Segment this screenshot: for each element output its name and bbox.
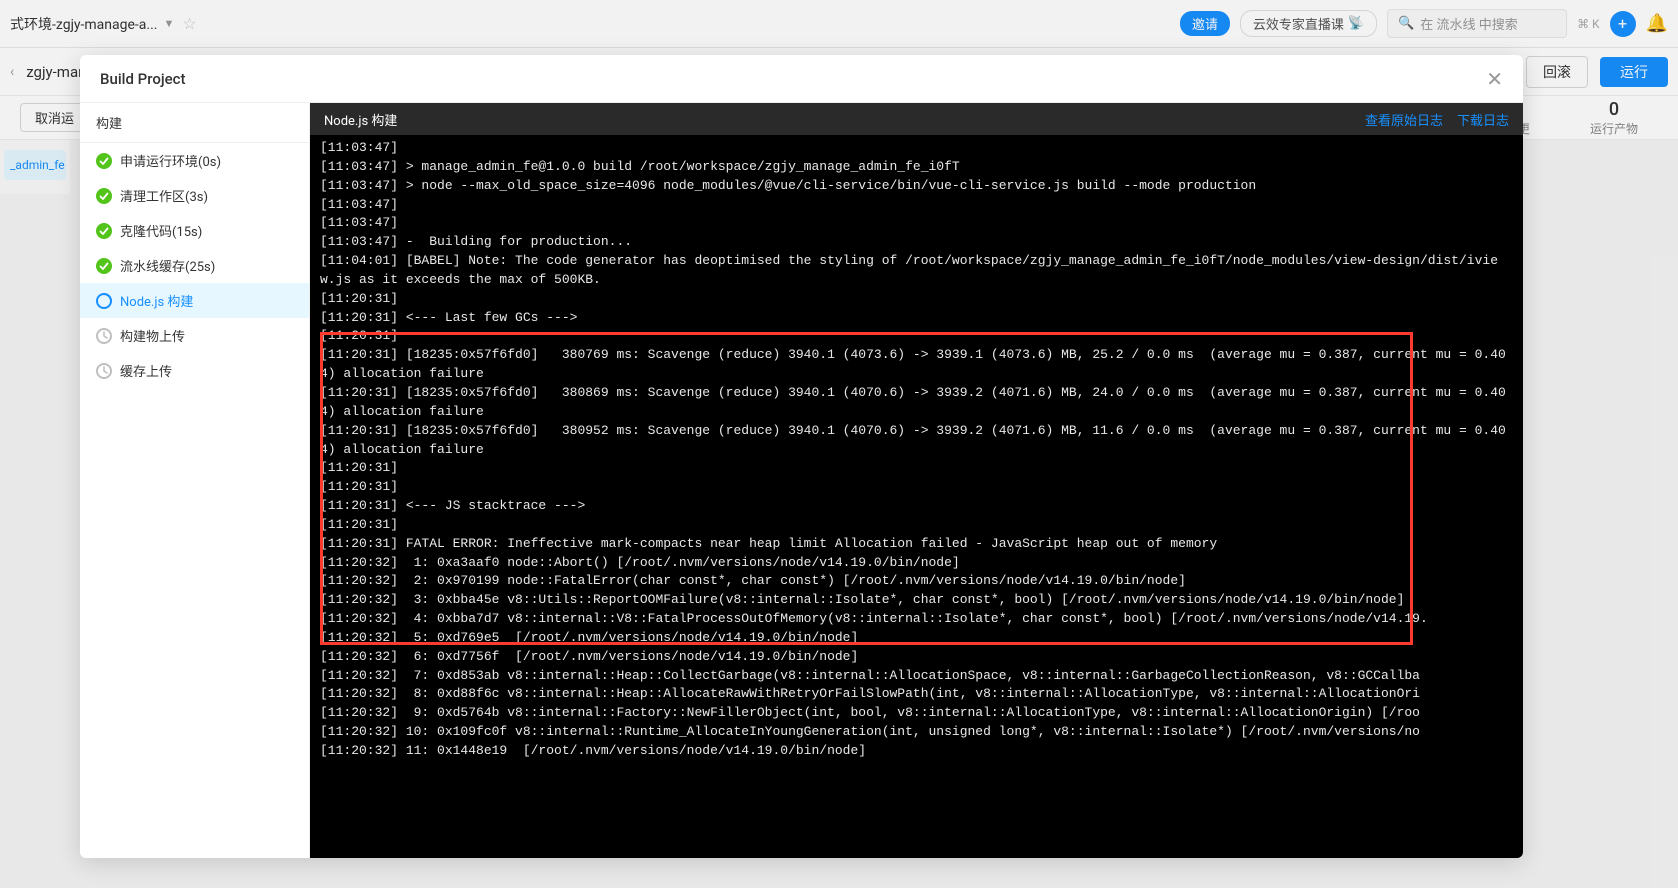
- step-item[interactable]: 清理工作区(3s): [80, 178, 309, 213]
- log-header: Node.js 构建 查看原始日志 下载日志: [310, 103, 1523, 135]
- step-label: 克隆代码(15s): [120, 221, 202, 240]
- step-label: 申请运行环境(0s): [120, 151, 221, 170]
- log-header-title: Node.js 构建: [324, 110, 397, 129]
- download-log-link[interactable]: 下载日志: [1457, 110, 1509, 129]
- step-item[interactable]: 克隆代码(15s): [80, 213, 309, 248]
- step-item[interactable]: 流水线缓存(25s): [80, 248, 309, 283]
- success-icon: [96, 258, 112, 274]
- success-icon: [96, 153, 112, 169]
- modal-header: Build Project ✕: [80, 55, 1523, 103]
- view-raw-log-link[interactable]: 查看原始日志: [1365, 110, 1443, 129]
- steps-sidebar: 构建 申请运行环境(0s) 清理工作区(3s) 克隆代码(15s) 流水线缓存(25s…: [80, 103, 310, 858]
- pending-icon: [96, 328, 112, 344]
- step-item[interactable]: Node.js 构建: [80, 283, 309, 318]
- step-item[interactable]: 构建物上传: [80, 318, 309, 353]
- close-icon[interactable]: ✕: [1486, 69, 1503, 89]
- step-label: 流水线缓存(25s): [120, 256, 215, 275]
- running-icon: [96, 293, 112, 309]
- step-label: 构建物上传: [120, 326, 185, 345]
- success-icon: [96, 188, 112, 204]
- step-label: 清理工作区(3s): [120, 186, 208, 205]
- sidebar-section-title: 构建: [80, 103, 309, 143]
- build-modal: Build Project ✕ 构建 申请运行环境(0s) 清理工作区(3s) 克隆…: [80, 55, 1523, 858]
- step-label: Node.js 构建: [120, 291, 193, 310]
- step-item[interactable]: 缓存上传: [80, 353, 309, 388]
- log-area: Node.js 构建 查看原始日志 下载日志 [11:03:47] [11:03…: [310, 103, 1523, 858]
- log-content[interactable]: [11:03:47] [11:03:47] > manage_admin_fe@…: [310, 135, 1523, 858]
- step-label: 缓存上传: [120, 361, 172, 380]
- success-icon: [96, 223, 112, 239]
- pending-icon: [96, 363, 112, 379]
- step-item[interactable]: 申请运行环境(0s): [80, 143, 309, 178]
- step-list: 申请运行环境(0s) 清理工作区(3s) 克隆代码(15s) 流水线缓存(25s) No…: [80, 143, 309, 388]
- modal-title: Build Project: [100, 70, 185, 88]
